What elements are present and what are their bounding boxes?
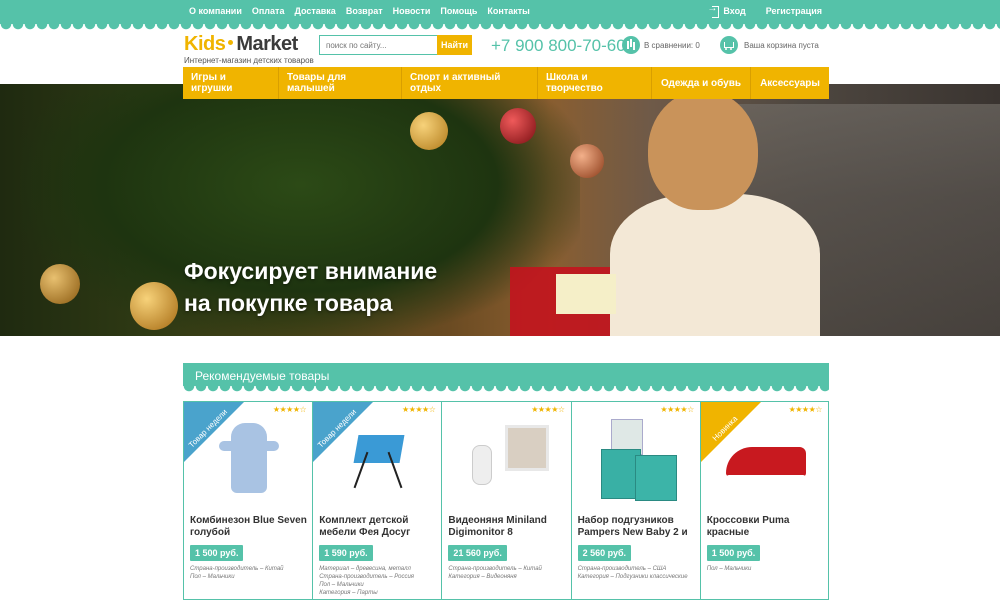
product-meta-line: Категория – Видеоняня	[448, 574, 517, 580]
badge-ribbon: Товар недели	[313, 402, 374, 462]
rating-stars: ★★★★☆	[660, 405, 694, 414]
cart-widget[interactable]: Ваша корзина пуста	[720, 36, 819, 54]
top-bar-scallop	[0, 24, 1000, 30]
recommended-header-scallop	[183, 386, 829, 392]
top-nav-contacts[interactable]: Контакты	[487, 6, 529, 16]
product-image[interactable]	[597, 417, 677, 501]
top-nav-news[interactable]: Новости	[393, 6, 431, 16]
monitor-image	[505, 425, 550, 471]
product-card[interactable]: Товар недели ★★★★☆ Комплект детской мебе…	[312, 401, 442, 600]
product-price: 1 500 руб.	[190, 545, 244, 561]
hero-headline: Фокусирует внимание на покупке товара	[184, 255, 437, 319]
rating-stars: ★★★★☆	[531, 405, 565, 414]
category-accessories[interactable]: Аксессуары	[751, 67, 829, 99]
product-meta: Пол – Мальчики	[707, 565, 827, 573]
ornament-image	[500, 108, 536, 144]
phone-number: +7 900 800-70-60	[491, 36, 626, 55]
rating-stars: ★★★★☆	[402, 405, 436, 414]
category-toys[interactable]: Игры и игрушки	[183, 67, 279, 99]
product-meta: Материал – древесина, металл Страна-прои…	[319, 565, 439, 597]
cart-label: Ваша корзина пуста	[744, 40, 819, 50]
product-meta-line: Пол – Мальчики	[190, 574, 235, 580]
product-meta-line: Категория – Парты	[319, 590, 378, 596]
top-nav-return[interactable]: Возврат	[346, 6, 383, 16]
product-price: 2 560 руб.	[577, 545, 632, 561]
top-nav-help[interactable]: Помощь	[440, 6, 477, 16]
category-sport[interactable]: Спорт и активный отдых	[402, 67, 538, 99]
product-card[interactable]: ★★★★☆ Видеоняня Miniland Digimonitor 8 2…	[441, 401, 571, 600]
login-label: Вход	[723, 6, 746, 16]
logo-kids: Kids	[184, 33, 226, 55]
login-icon	[707, 3, 720, 18]
recommended-title: Рекомендуемые товары	[195, 369, 330, 383]
product-meta: Страна-производитель – Китай Пол – Мальч…	[190, 565, 310, 581]
hero-line-2: на покупке товара	[184, 290, 393, 316]
product-image[interactable]	[467, 417, 550, 499]
ornament-image	[410, 112, 448, 150]
hero-child-hair-image	[648, 90, 758, 210]
product-meta-line: Страна-производитель – Китай	[448, 566, 542, 572]
product-meta-line: Категория – Подгузники классические	[577, 574, 688, 580]
cart-icon	[720, 36, 738, 54]
product-meta-line: Пол – Мальчики	[706, 566, 752, 572]
product-meta-line: Страна-производитель – Китай	[190, 566, 284, 572]
badge-ribbon: Товар недели	[184, 402, 244, 462]
diaper-pack-image	[634, 455, 677, 501]
logo-market: Market	[236, 33, 298, 55]
top-nav: О компании Оплата Доставка Возврат Новос…	[189, 6, 530, 16]
ornament-image	[40, 264, 80, 304]
search-input[interactable]	[319, 35, 437, 55]
product-price: 21 560 руб.	[448, 545, 507, 561]
search-button[interactable]: Найти	[437, 35, 472, 55]
logo[interactable]: Kids Market	[184, 33, 298, 56]
hero-child-image	[610, 194, 820, 336]
hero-gift-image	[556, 274, 616, 314]
product-meta-line: Страна-производитель – Россия	[319, 574, 415, 580]
compare-label: В сравнении: 0	[644, 40, 700, 50]
top-nav-delivery[interactable]: Доставка	[294, 6, 335, 16]
ornament-image	[130, 282, 178, 330]
product-name[interactable]: Комплект детской мебели Фея Досуг	[319, 515, 437, 539]
account-links: Вход Регистрация	[707, 3, 822, 18]
product-name[interactable]: Набор подгузников Pampers New Baby 2 и	[578, 515, 696, 539]
product-card[interactable]: Новинка ★★★★☆ Кроссовки Puma красные 1 5…	[699, 401, 829, 600]
login-link[interactable]: Вход	[707, 3, 746, 18]
product-name[interactable]: Видеоняня Miniland Digimonitor 8	[448, 515, 566, 539]
rating-stars: ★★★★☆	[788, 405, 823, 414]
product-meta-line: Страна-производитель – США	[577, 566, 667, 572]
tagline: Интернет-магазин детских товаров	[184, 56, 314, 65]
category-clothes[interactable]: Одежда и обувь	[652, 67, 751, 99]
search-form: Найти	[319, 35, 472, 55]
product-meta-line: Пол – Мальчики	[319, 582, 364, 588]
product-price: 1 590 руб.	[319, 545, 373, 561]
product-name[interactable]: Комбинезон Blue Seven голубой	[190, 515, 308, 539]
hero-line-1: Фокусирует внимание	[184, 258, 438, 284]
category-baby[interactable]: Товары для малышей	[279, 67, 402, 99]
product-price: 1 500 руб.	[706, 545, 761, 561]
top-nav-payment[interactable]: Оплата	[252, 6, 285, 16]
ornament-image	[570, 144, 604, 178]
register-link[interactable]: Регистрация	[766, 6, 822, 16]
compare-widget[interactable]: В сравнении: 0	[622, 36, 700, 54]
compare-icon	[622, 36, 640, 54]
hero-banner[interactable]: Фокусирует внимание на покупке товара	[0, 84, 1000, 336]
product-card[interactable]: Товар недели ★★★★☆ Комбинезон Blue Seven…	[183, 401, 313, 600]
badge-ribbon: Новинка	[700, 402, 761, 462]
product-meta: Страна-производитель – Китай Категория –…	[448, 565, 568, 581]
product-meta: Страна-производитель – США Категория – П…	[578, 565, 698, 581]
product-card[interactable]: ★★★★☆ Набор подгузников Pampers New Baby…	[570, 401, 700, 600]
product-meta-line: Материал – древесина, металл	[319, 566, 411, 572]
category-nav: Игры и игрушки Товары для малышей Спорт …	[183, 67, 829, 99]
logo-dot	[228, 40, 234, 46]
rating-stars: ★★★★☆	[272, 405, 307, 414]
top-nav-about[interactable]: О компании	[189, 6, 242, 16]
camera-image	[472, 445, 493, 485]
product-name[interactable]: Кроссовки Puma красные	[707, 515, 825, 539]
product-grid: Товар недели ★★★★☆ Комбинезон Blue Seven…	[183, 401, 829, 600]
category-school[interactable]: Школа и творчество	[538, 67, 652, 99]
